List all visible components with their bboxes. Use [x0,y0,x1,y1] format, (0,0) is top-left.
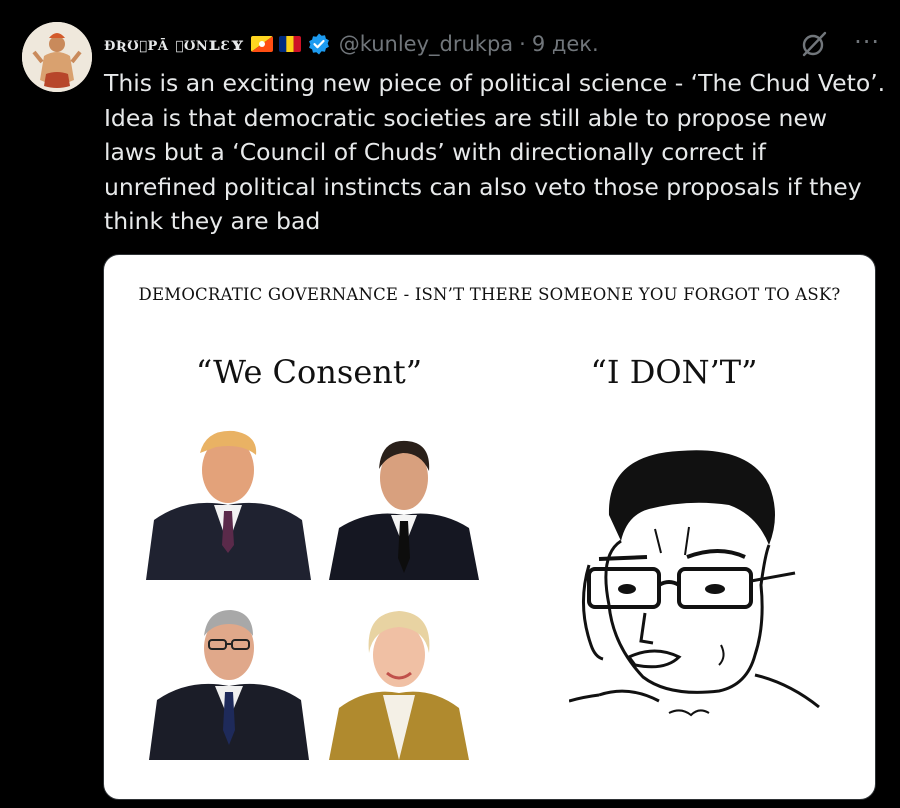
tweet-media-image[interactable]: DEMOCRATIC GOVERNANCE - ISN’T THERE SOME… [103,254,876,800]
tweet-text-line: unrefined political instincts can also v… [104,172,862,201]
verified-badge-icon [307,32,331,56]
politician-photo [329,440,479,580]
romania-flag-icon [278,36,301,52]
tweet-text-line: This is an exciting new piece of politic… [104,69,886,97]
tweet-text: This is an exciting new piece of politic… [104,66,894,239]
tweet-text-line: Idea is that democratic societies are st… [104,103,828,132]
more-icon[interactable]: ··· [854,30,880,54]
bhutan-flag-icon [250,36,273,52]
grok-icon[interactable] [800,30,828,58]
handle[interactable]: @kunley_drukpa [339,32,513,56]
dont-label: “I DON’T” [590,353,758,391]
meme-title: DEMOCRATIC GOVERNANCE - ISN’T THERE SOME… [138,285,841,304]
politician-photo [146,430,311,580]
tweet-date[interactable]: 9 дек. [532,32,599,56]
consent-label: “We Consent” [195,353,423,391]
display-name[interactable]: ɖʀʊʞpā ʞʊnʟɛʏ [104,33,245,55]
chud-drawing [569,450,820,717]
politician-photo [149,610,309,760]
avatar[interactable] [22,22,92,92]
tweet[interactable]: ɖʀʊʞpā ʞʊnʟɛʏ @kunley_drukpa · 9 дек. ··… [0,0,900,808]
tweet-text-line: laws but a ‘Council of Chuds’ with direc… [104,138,766,166]
tweet-header: ɖʀʊʞpā ʞʊnʟɛʏ @kunley_drukpa · 9 дек. [104,26,880,62]
tweet-text-line: think they are bad [104,207,321,235]
politician-photo [329,611,469,760]
separator: · [519,32,526,56]
